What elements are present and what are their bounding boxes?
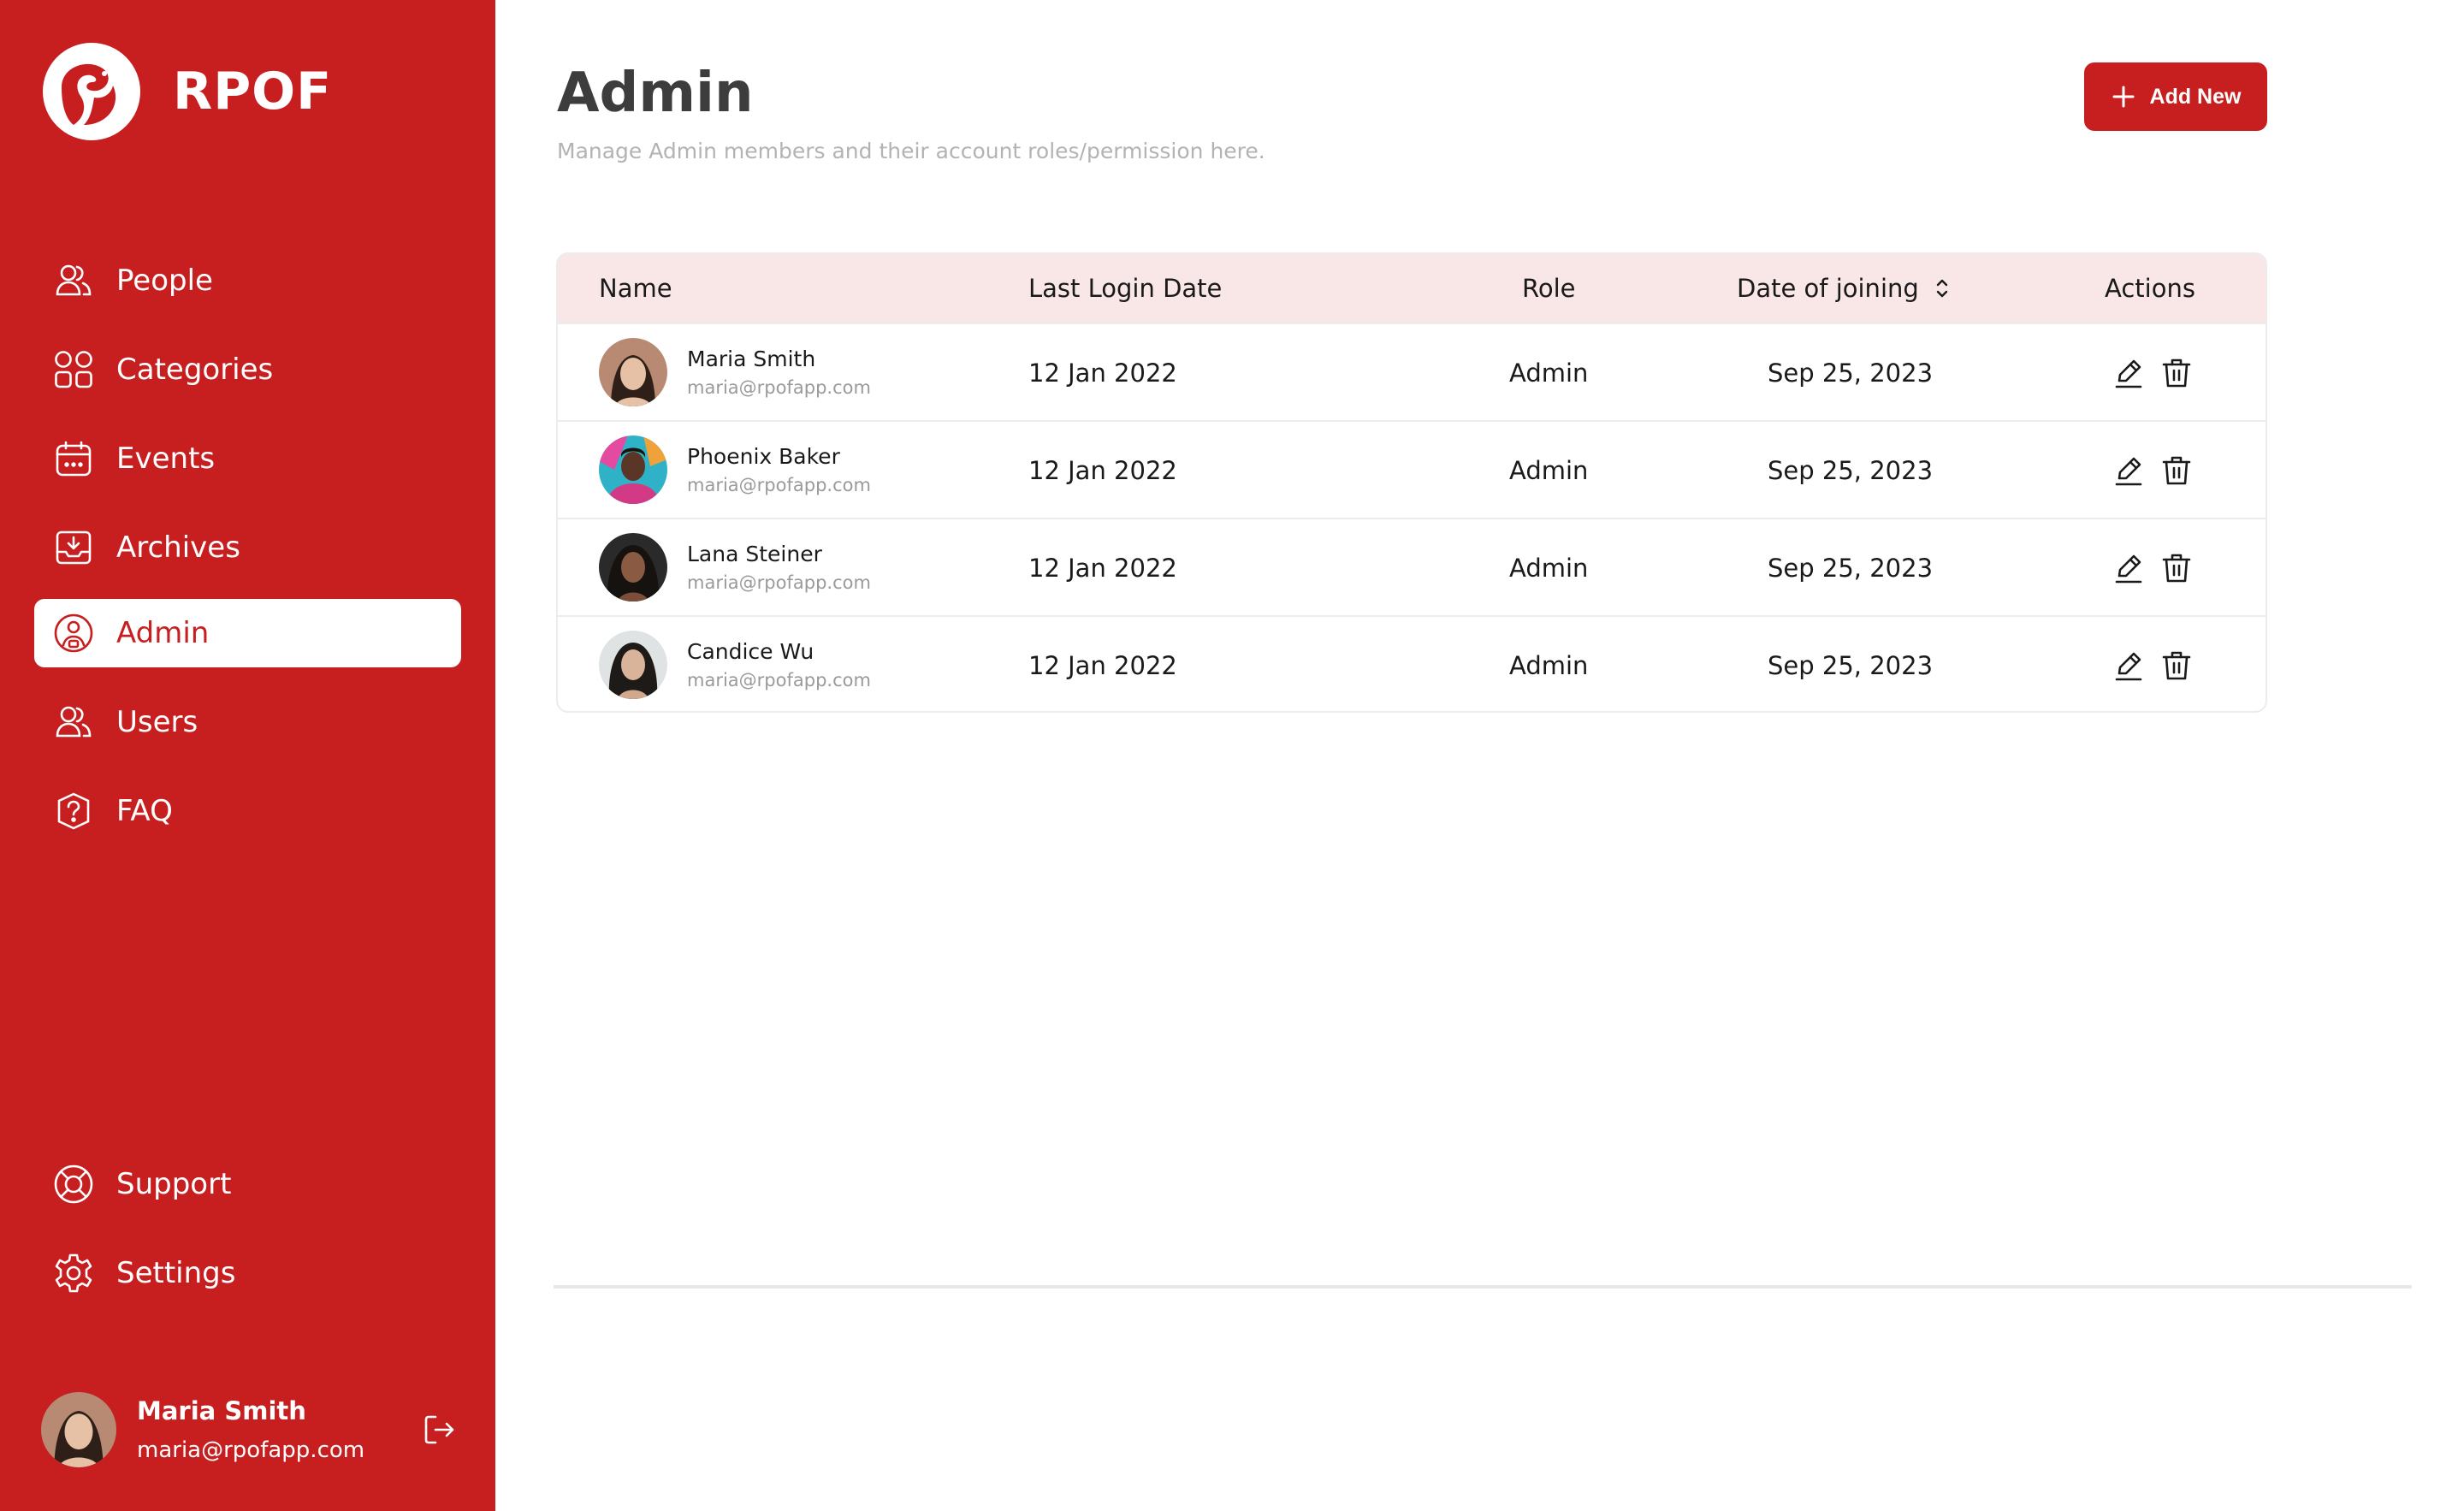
sidebar-item-categories[interactable]: Categories [34,335,461,404]
edit-icon[interactable] [2110,647,2147,684]
date-of-joining: Sep 25, 2023 [1768,456,1934,485]
trash-icon[interactable] [2158,549,2195,587]
add-new-label: Add New [2149,84,2242,109]
sidebar-item-label: Settings [116,1256,236,1290]
sidebar-item-settings[interactable]: Settings [34,1239,461,1307]
current-user-card: Maria Smith maria@rpofapp.com [41,1391,469,1468]
sidebar-item-users[interactable]: Users [34,688,461,756]
sidebar-item-label: Users [116,705,198,739]
sidebar-item-admin[interactable]: Admin [34,599,461,667]
column-header-date-of-joining[interactable]: Date of joining [1737,254,1950,323]
admin-table: Name Last Login Date Role Date of joinin… [556,252,2267,713]
users-icon [53,702,94,743]
admin-user-icon [53,613,94,654]
gear-icon [53,1253,94,1294]
sidebar-item-events[interactable]: Events [34,424,461,493]
users-icon [53,260,94,301]
date-of-joining: Sep 25, 2023 [1768,651,1934,680]
help-circle-icon [53,791,94,832]
table-header: Name Last Login Date Role Date of joinin… [558,254,2266,323]
column-header-actions: Actions [2105,274,2195,303]
sidebar-item-label: Admin [116,616,210,650]
page-subtitle: Manage Admin members and their account r… [557,139,1265,163]
member-name: Phoenix Baker [687,444,840,469]
column-header-role[interactable]: Role [1522,254,1576,323]
avatar [599,631,667,699]
sort-icon[interactable] [1934,277,1950,299]
trash-icon[interactable] [2158,452,2195,489]
member-name: Maria Smith [687,347,816,371]
table-row: Lana Steiner maria@rpofapp.com 12 Jan 20… [558,518,2266,615]
member-email: maria@rpofapp.com [687,475,871,495]
member-name: Candice Wu [687,639,814,664]
column-header-label: Date of joining [1737,274,1919,303]
add-new-button[interactable]: Add New [2084,62,2267,131]
plus-icon [2112,86,2135,108]
current-user-info: Maria Smith maria@rpofapp.com [137,1396,364,1463]
brand-name: RPOF [173,62,333,121]
sidebar-item-people[interactable]: People [34,246,461,315]
avatar [599,338,667,406]
column-header-last-login[interactable]: Last Login Date [1028,254,1222,323]
last-login-date: 12 Jan 2022 [1028,651,1177,680]
member-email: maria@rpofapp.com [687,670,871,690]
divider [554,1285,2412,1289]
sidebar-item-archives[interactable]: Archives [34,513,461,582]
avatar [599,436,667,504]
member-email: maria@rpofapp.com [687,572,871,593]
calendar-icon [53,438,94,479]
table-row: Maria Smith maria@rpofapp.com 12 Jan 202… [558,323,2266,420]
flamingo-logo [43,43,140,140]
role: Admin [1509,554,1589,583]
sidebar-item-label: Categories [116,353,274,387]
brand[interactable]: RPOF [43,43,332,140]
avatar[interactable] [41,1392,116,1467]
page-title: Admin [557,62,754,125]
last-login-date: 12 Jan 2022 [1028,456,1177,485]
column-header-name[interactable]: Name [599,254,672,323]
last-login-date: 12 Jan 2022 [1028,358,1177,388]
sidebar-item-label: Support [116,1167,232,1201]
sidebar-item-faq[interactable]: FAQ [34,777,461,845]
sidebar-item-label: People [116,264,213,298]
lifebuoy-icon [53,1164,94,1205]
sidebar-item-label: Archives [116,530,240,565]
grid-icon [53,349,94,390]
last-login-date: 12 Jan 2022 [1028,554,1177,583]
trash-icon[interactable] [2158,647,2195,684]
avatar [599,533,667,601]
archive-download-icon [53,527,94,568]
logout-icon[interactable] [422,1412,458,1448]
trash-icon[interactable] [2158,354,2195,392]
sidebar: RPOF People Categories Events Archives A… [0,0,495,1511]
member-email: maria@rpofapp.com [687,377,871,398]
member-name: Lana Steiner [687,542,822,566]
sidebar-item-support[interactable]: Support [34,1150,461,1218]
current-user-email: maria@rpofapp.com [137,1437,365,1463]
sidebar-item-label: FAQ [116,794,173,828]
role: Admin [1509,456,1589,485]
edit-icon[interactable] [2110,354,2147,392]
sidebar-item-label: Events [116,441,216,476]
table-row: Phoenix Baker maria@rpofapp.com 12 Jan 2… [558,420,2266,518]
date-of-joining: Sep 25, 2023 [1768,358,1934,388]
role: Admin [1509,651,1589,680]
table-row: Candice Wu maria@rpofapp.com 12 Jan 2022… [558,615,2266,711]
role: Admin [1509,358,1589,388]
date-of-joining: Sep 25, 2023 [1768,554,1934,583]
edit-icon[interactable] [2110,549,2147,587]
edit-icon[interactable] [2110,452,2147,489]
current-user-name: Maria Smith [137,1396,306,1425]
